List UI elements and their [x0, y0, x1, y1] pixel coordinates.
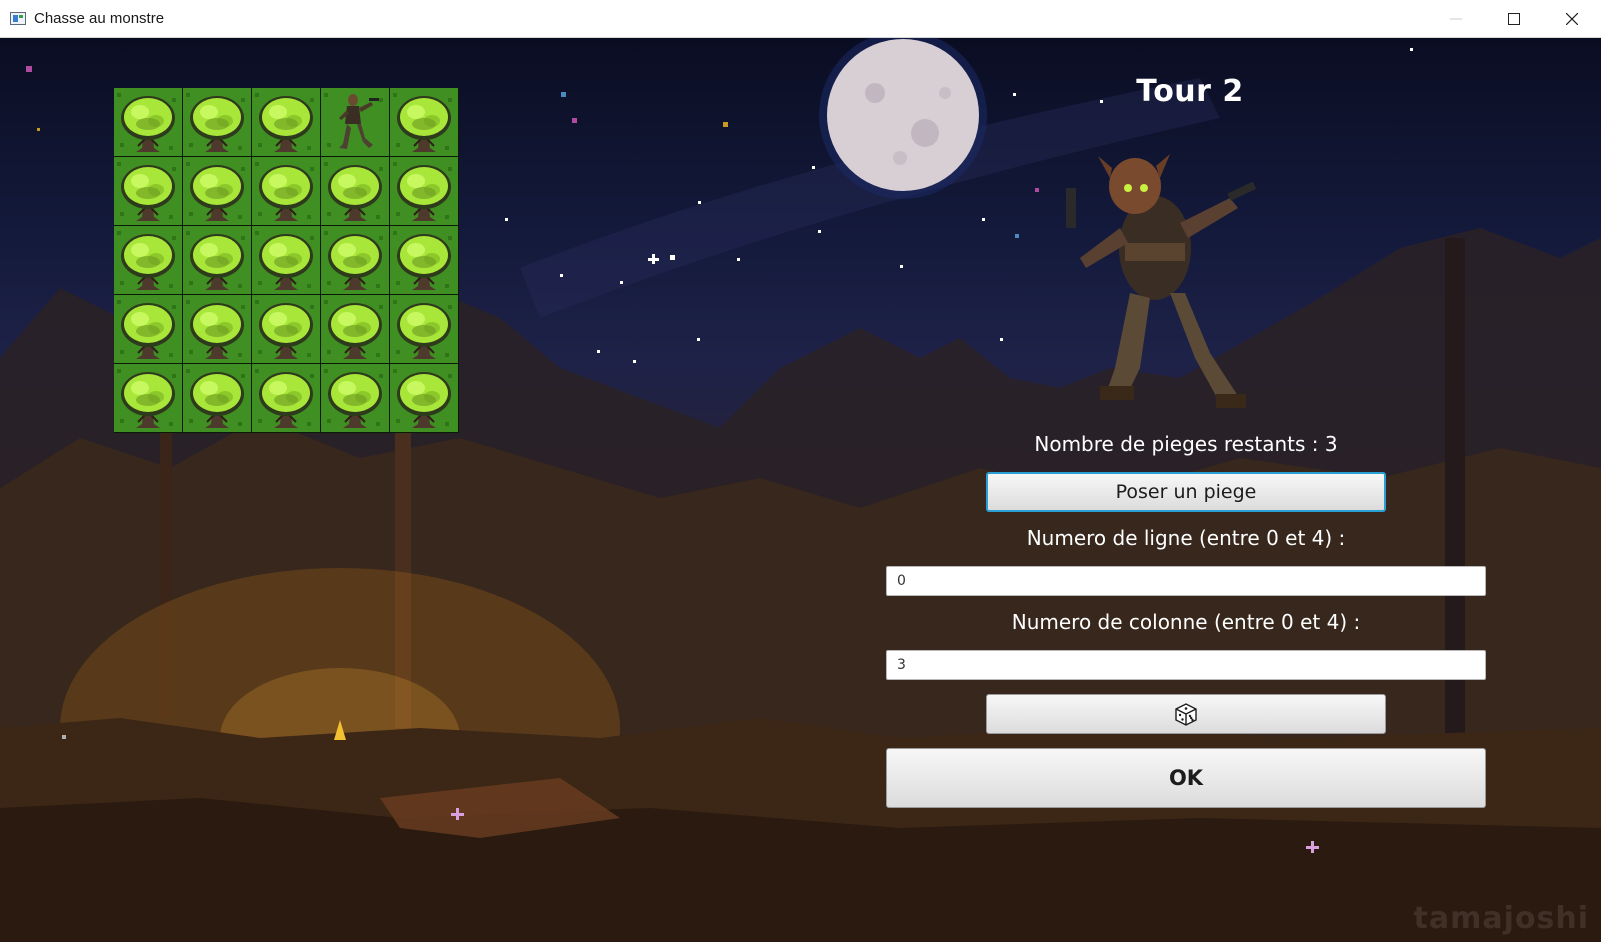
maximize-button[interactable]	[1485, 0, 1543, 38]
tree-icon	[114, 88, 182, 156]
column-number-label: Numero de colonne (entre 0 et 4) :	[1011, 610, 1361, 634]
tree-icon	[114, 157, 182, 225]
close-icon	[1566, 13, 1578, 25]
grid-cell-tree[interactable]	[114, 364, 182, 432]
traps-remaining-label: Nombre de pieges restants : 3	[1034, 432, 1338, 456]
game-scene: Tour 2 Nombre de pieges restants : 3 Pos…	[0, 38, 1601, 942]
game-grid	[114, 88, 459, 433]
hunter-token-icon	[321, 88, 389, 156]
tree-icon	[183, 364, 251, 432]
row-number-input[interactable]	[886, 566, 1486, 596]
minimize-icon	[1450, 18, 1462, 20]
tree-icon	[252, 226, 320, 294]
random-dice-button[interactable]	[986, 694, 1386, 734]
tree-icon	[252, 295, 320, 363]
window-titlebar: Chasse au monstre	[0, 0, 1601, 38]
column-number-input[interactable]	[886, 650, 1486, 680]
window-title: Chasse au monstre	[34, 10, 165, 27]
grid-cell-tree[interactable]	[321, 226, 389, 294]
tree-icon	[321, 157, 389, 225]
grid-cell-tree[interactable]	[114, 295, 182, 363]
tree-icon	[252, 88, 320, 156]
grid-cell-tree[interactable]	[321, 364, 389, 432]
place-trap-button[interactable]: Poser un piege	[986, 472, 1386, 512]
grid-cell-tree[interactable]	[114, 157, 182, 225]
tree-icon	[183, 157, 251, 225]
grid-cell-tree[interactable]	[114, 88, 182, 156]
tree-icon	[390, 88, 458, 156]
grid-cell-tree[interactable]	[183, 295, 251, 363]
grid-cell-tree[interactable]	[390, 364, 458, 432]
tree-icon	[390, 364, 458, 432]
tree-icon	[390, 295, 458, 363]
grid-cell-tree[interactable]	[390, 226, 458, 294]
tree-icon	[183, 226, 251, 294]
grid-cell-tree[interactable]	[252, 88, 320, 156]
dice-icon	[1175, 703, 1197, 726]
tree-icon	[390, 226, 458, 294]
watermark-text: tamajoshi	[1413, 901, 1589, 936]
grid-cell-tree[interactable]	[183, 226, 251, 294]
turn-title: Tour 2	[1136, 74, 1244, 109]
grid-cell-tree[interactable]	[390, 295, 458, 363]
grid-cell-tree[interactable]	[390, 88, 458, 156]
ok-button[interactable]: OK	[886, 748, 1486, 808]
tree-icon	[183, 88, 251, 156]
grid-cell-tree[interactable]	[183, 88, 251, 156]
grid-cell-tree[interactable]	[183, 364, 251, 432]
tree-icon	[114, 226, 182, 294]
tree-icon	[321, 364, 389, 432]
grid-cell-tree[interactable]	[252, 364, 320, 432]
tree-icon	[252, 364, 320, 432]
tree-icon	[390, 157, 458, 225]
minimize-button[interactable]	[1427, 0, 1485, 38]
app-window-icon	[10, 12, 26, 25]
tree-icon	[114, 364, 182, 432]
tree-icon	[114, 295, 182, 363]
tree-icon	[321, 226, 389, 294]
grid-cell-tree[interactable]	[183, 157, 251, 225]
hunter-character-image	[1066, 154, 1257, 408]
tree-icon	[183, 295, 251, 363]
tree-icon	[252, 157, 320, 225]
maximize-icon	[1508, 13, 1520, 25]
grid-cell-tree[interactable]	[252, 226, 320, 294]
row-number-label: Numero de ligne (entre 0 et 4) :	[1026, 526, 1346, 550]
grid-cell-tree[interactable]	[252, 157, 320, 225]
grid-cell-tree[interactable]	[321, 295, 389, 363]
close-button[interactable]	[1543, 0, 1601, 38]
grid-cell-hunter[interactable]	[321, 88, 389, 156]
grid-cell-tree[interactable]	[390, 157, 458, 225]
tree-icon	[321, 295, 389, 363]
window-controls	[1427, 0, 1601, 38]
grid-cell-tree[interactable]	[321, 157, 389, 225]
grid-cell-tree[interactable]	[114, 226, 182, 294]
grid-cell-tree[interactable]	[252, 295, 320, 363]
